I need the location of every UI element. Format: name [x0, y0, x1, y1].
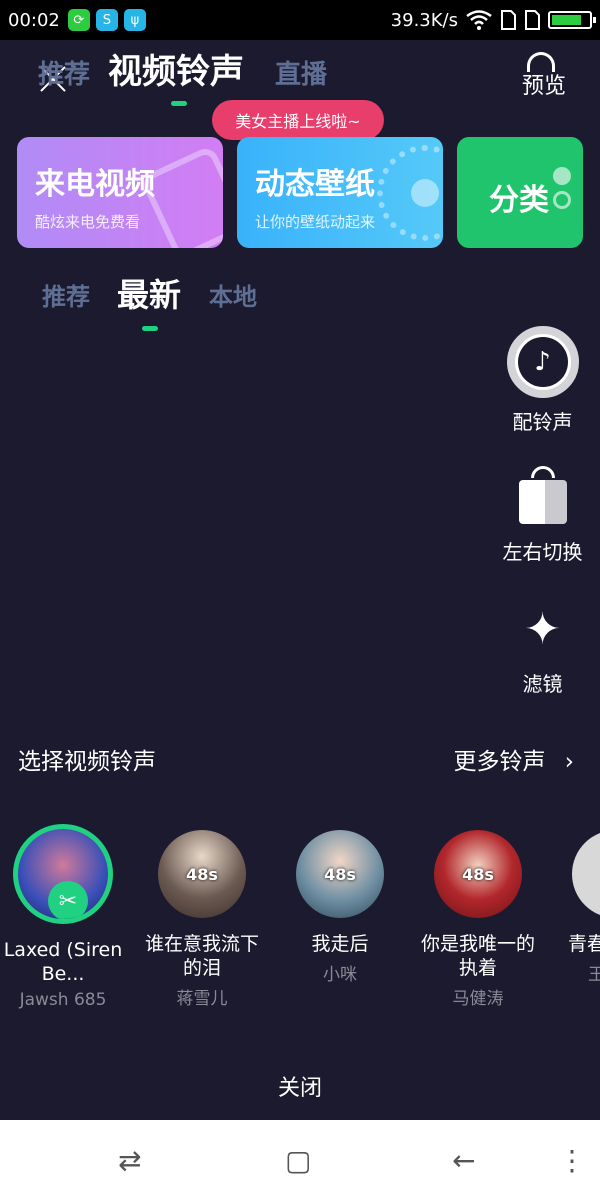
scissors-icon[interactable]: ✂ — [48, 881, 88, 919]
switch-icon — [515, 466, 571, 528]
ringtone-cover — [572, 830, 600, 918]
tab-indicator — [171, 101, 187, 106]
sim-icon — [525, 10, 540, 30]
ringtone-duration: 48s — [186, 864, 218, 884]
chevron-right-icon: › — [564, 749, 574, 775]
ringtone-item[interactable]: 48s 我走后 小咪 — [280, 830, 400, 985]
ringtone-cover: 48s — [434, 830, 522, 918]
ringtone-artist: 小咪 — [323, 965, 357, 985]
ringtone-artist: 马健涛 — [452, 989, 504, 1009]
battery-icon — [548, 11, 596, 29]
ringtone-title: Laxed (Siren Be... — [3, 939, 123, 985]
ringtone-duration: 48s — [462, 864, 494, 884]
usb-icon: ψ — [123, 9, 146, 31]
subtab-indicator — [142, 326, 158, 331]
app-icon-1: ⟳ — [67, 9, 90, 31]
more-ringtones-link[interactable]: 更多铃声 › — [453, 742, 574, 776]
card-category[interactable]: 分类 — [457, 137, 583, 248]
ringtone-artist: 王 — [588, 965, 600, 985]
more-ringtones-label: 更多铃声 — [453, 749, 546, 775]
subtab-recommend[interactable]: 推荐 — [42, 277, 90, 312]
tool-filter[interactable]: ✦ 滤镜 — [495, 600, 590, 697]
tool-label: 滤镜 — [522, 672, 563, 696]
status-time: 00:02 — [8, 9, 60, 31]
ringtone-title: 青春 — [568, 933, 600, 955]
close-button[interactable]: 关闭 — [0, 1070, 600, 1102]
ringtone-title: 你是我唯一的执着 — [420, 933, 535, 979]
ringtone-cover: ✂ — [13, 824, 113, 924]
card-live-wallpaper[interactable]: 动态壁纸 让你的壁纸动起来 — [237, 137, 443, 248]
ringtone-item[interactable]: 48s 谁在意我流下的泪 蒋雪儿 — [142, 830, 262, 1009]
sim-icon — [501, 10, 516, 30]
ringtone-duration: 48s — [324, 864, 356, 884]
live-badge[interactable]: 美女主播上线啦~ — [212, 100, 384, 140]
ringtone-item[interactable]: 48s 你是我唯一的执着 马健涛 — [418, 830, 538, 1009]
tool-set-ringtone[interactable]: ♪ 配铃声 — [495, 326, 590, 435]
ringtone-artist: Jawsh 685 — [19, 990, 107, 1010]
tool-switch[interactable]: 左右切换 — [495, 466, 590, 565]
ringtone-item[interactable]: ✂ Laxed (Siren Be... Jawsh 685 — [3, 824, 123, 1010]
tab-recommend[interactable]: 推荐 — [38, 54, 90, 91]
tab-video-ringtone[interactable]: 视频铃声 — [108, 44, 244, 93]
music-note-icon: ♪ — [506, 326, 579, 398]
ringtone-cover: 48s — [296, 830, 384, 918]
category-icon — [553, 167, 577, 215]
ringtone-title: 谁在意我流下的泪 — [144, 933, 259, 979]
ringtone-artist: 蒋雪儿 — [176, 989, 228, 1009]
ringtone-item[interactable]: 青春 王 — [556, 830, 600, 985]
magic-wand-icon: ✦ — [524, 604, 561, 655]
ringtone-cover: 48s — [158, 830, 246, 918]
ringtone-title: 我走后 — [311, 933, 369, 955]
battery-level — [552, 15, 581, 25]
subtab-local[interactable]: 本地 — [209, 277, 257, 312]
subtab-latest[interactable]: 最新 — [117, 270, 181, 316]
network-speed: 39.3K/s — [390, 9, 458, 31]
tool-label: 左右切换 — [502, 540, 583, 564]
back-icon[interactable]: ← — [452, 1144, 475, 1177]
tab-live[interactable]: 直播 — [275, 54, 327, 91]
card-incoming-video[interactable]: 来电视频 酷炫来电免费看 — [17, 137, 223, 248]
select-section-title: 选择视频铃声 — [18, 749, 156, 775]
tool-label: 配铃声 — [512, 410, 573, 434]
preview-button[interactable]: 预览 — [522, 68, 566, 100]
menu-icon[interactable]: ⋮ — [558, 1144, 586, 1177]
status-bar: 00:02 ⟳ S ψ 39.3K/s — [0, 0, 600, 40]
wifi-icon — [466, 10, 492, 30]
home-icon[interactable]: ▢ — [285, 1144, 311, 1177]
recent-apps-icon[interactable]: ⇄ — [118, 1144, 141, 1177]
system-nav-bar: ⇄ ▢ ← ⋮ — [0, 1120, 600, 1200]
app-icon-2: S — [95, 9, 118, 31]
